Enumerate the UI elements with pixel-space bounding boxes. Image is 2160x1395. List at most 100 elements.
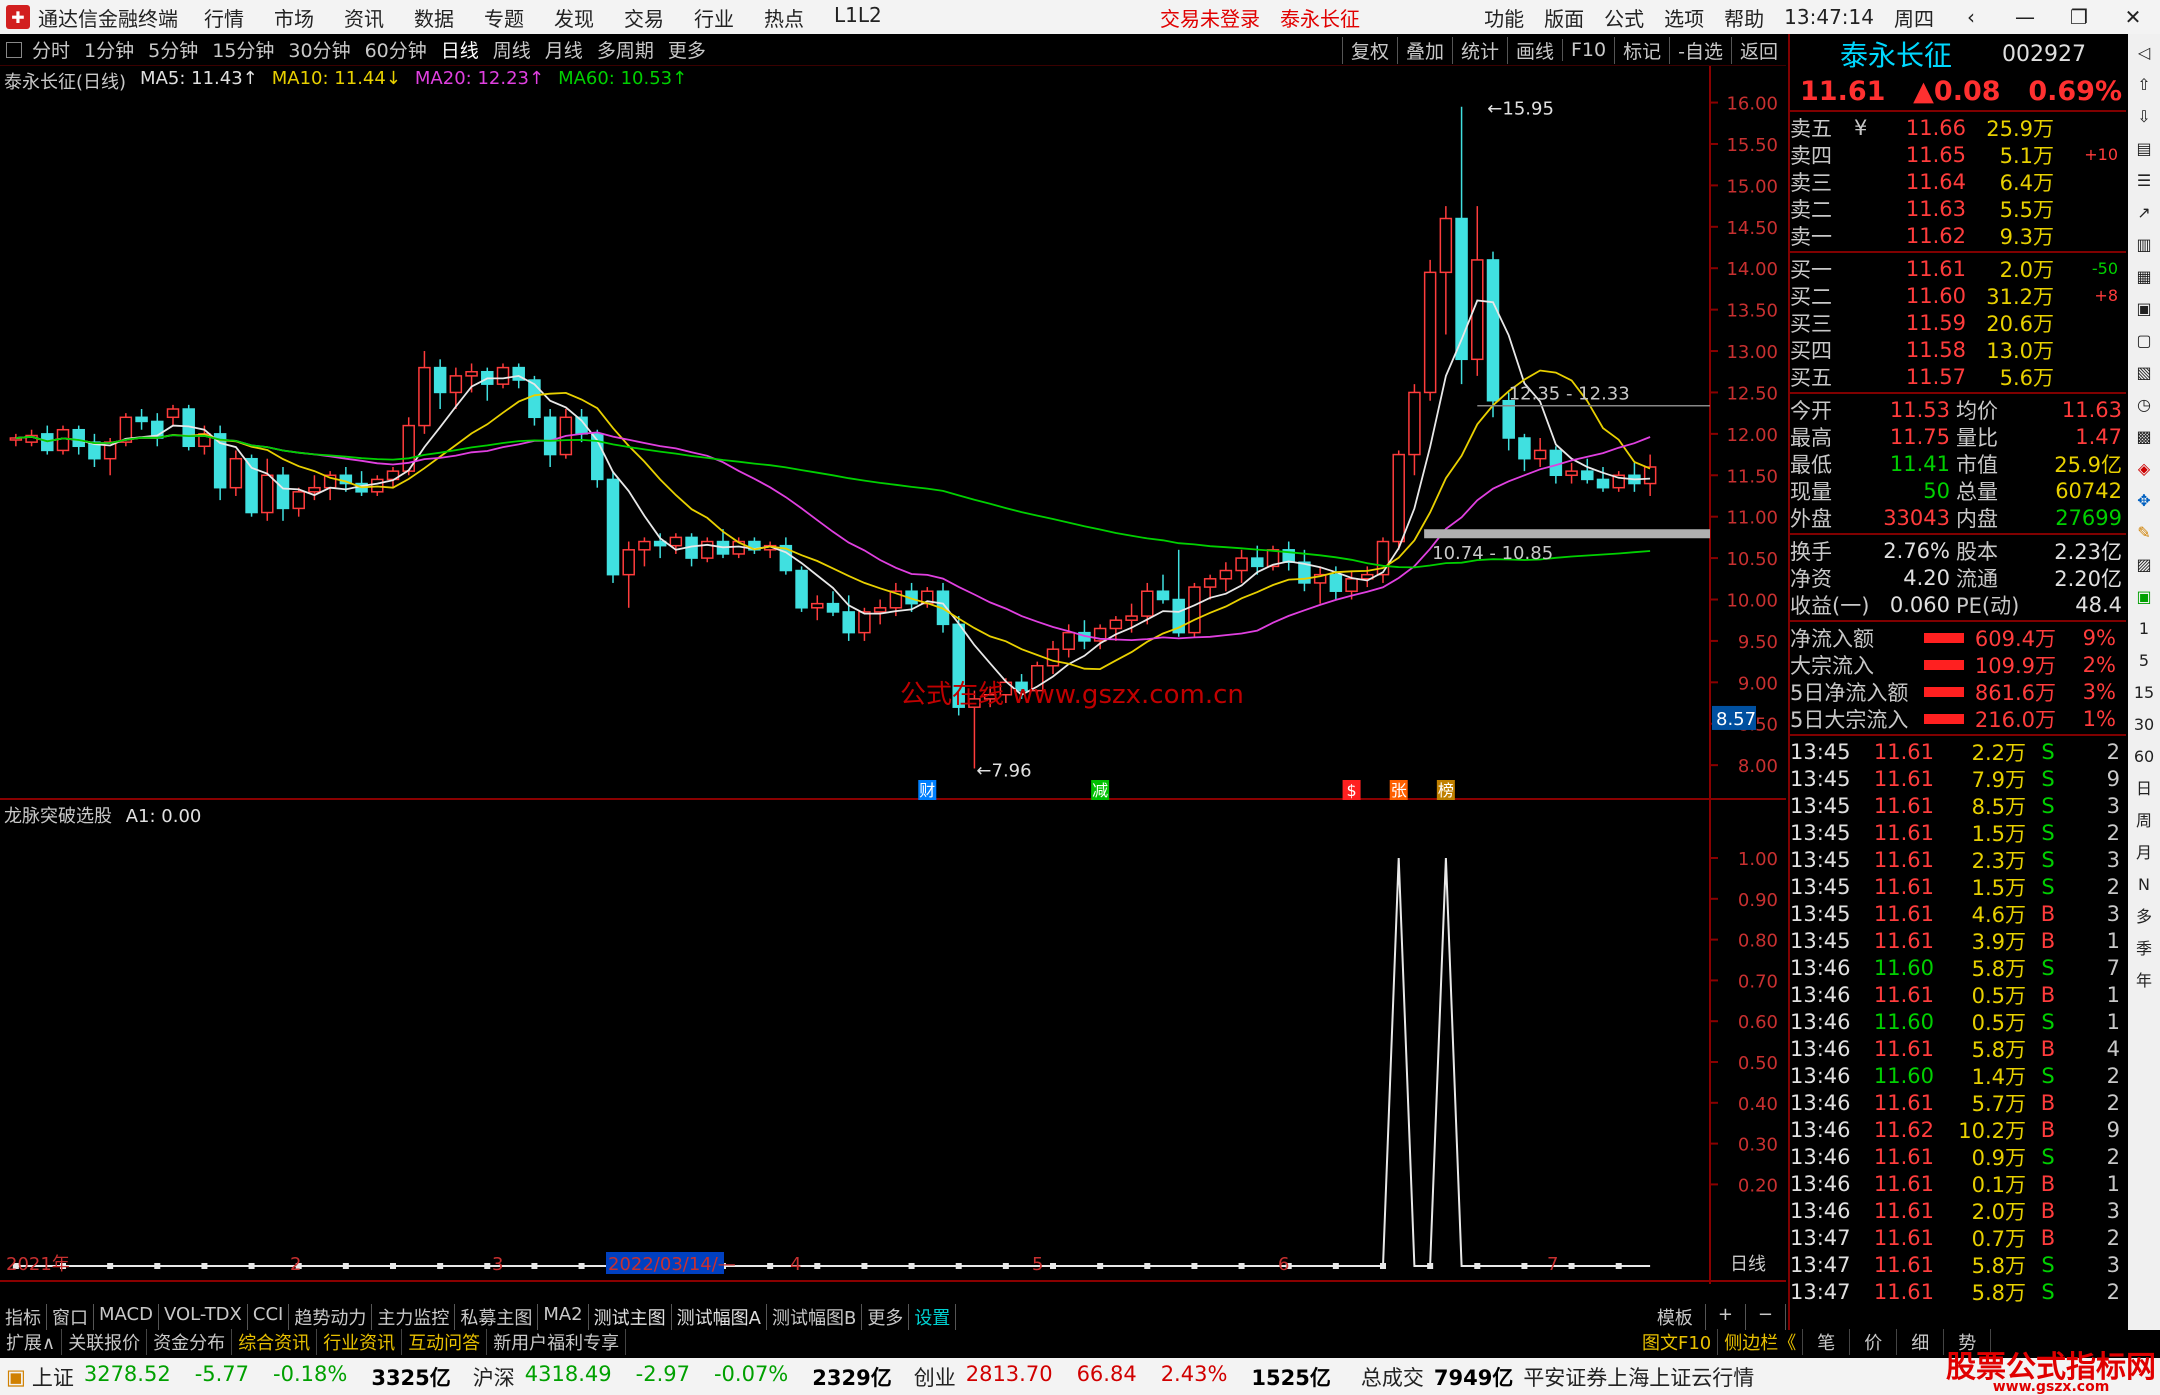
side-period-11[interactable]: 年 (2136, 968, 2152, 994)
index-name[interactable]: 上证 (32, 1362, 74, 1392)
menu-item-9[interactable]: L1L2 (834, 3, 882, 32)
side-period-10[interactable]: 季 (2136, 936, 2152, 962)
collapse-icon[interactable]: ◁ (2138, 40, 2150, 66)
period-tab-2[interactable]: 5分钟 (148, 36, 198, 63)
side-period-9[interactable]: 多 (2136, 904, 2152, 930)
maximize-icon[interactable]: ❐ (2062, 5, 2096, 29)
indicator-tab-9[interactable]: 测试主图 (589, 1304, 672, 1330)
status-toggle-icon[interactable]: ▣ (6, 1365, 26, 1389)
rsi-icon[interactable]: ◈ (2138, 456, 2150, 482)
index-name[interactable]: 沪深 (473, 1362, 515, 1392)
side-period-4[interactable]: 60 (2134, 744, 2154, 770)
chart-tool-5[interactable]: 标记 (1614, 36, 1669, 64)
indicator-tab-6[interactable]: 主力监控 (372, 1304, 456, 1330)
right-menu-item-4[interactable]: 帮助 (1724, 3, 1764, 32)
move-icon[interactable]: ✥ (2137, 488, 2150, 514)
close-icon[interactable]: ✕ (2116, 5, 2150, 29)
indicator-tab-7[interactable]: 私募主图 (455, 1304, 539, 1330)
menu-item-4[interactable]: 专题 (484, 3, 524, 32)
up-icon[interactable]: ⇧ (2137, 72, 2150, 98)
indicator-tab-1[interactable]: 窗口 (47, 1304, 94, 1330)
indicator-tab-13[interactable]: 设置 (909, 1304, 957, 1330)
menu-item-8[interactable]: 热点 (764, 3, 804, 32)
trend-icon[interactable]: ↗ (2137, 200, 2150, 226)
side-period-7[interactable]: 月 (2136, 840, 2152, 866)
chart-tool-2[interactable]: 统计 (1451, 36, 1507, 64)
indicator-tab-5[interactable]: 趋势动力 (289, 1304, 373, 1330)
indicator-tab-12[interactable]: 更多 (862, 1304, 910, 1330)
period-tab-9[interactable]: 多周期 (597, 36, 654, 63)
side-tab-4[interactable]: 细 (1897, 1329, 1945, 1355)
info-tab-5[interactable]: 互动问答 (402, 1329, 488, 1355)
chart-tool-7[interactable]: 返回 (1730, 36, 1786, 64)
info-tab-0[interactable]: 扩展∧ (0, 1329, 63, 1355)
side-tab-0[interactable]: 图文F10 (1636, 1329, 1719, 1355)
indicator-tab-4[interactable]: CCI (248, 1304, 290, 1330)
period-tab-1[interactable]: 1分钟 (84, 36, 134, 63)
menu-item-7[interactable]: 行业 (694, 3, 734, 32)
info-tab-2[interactable]: 资金分布 (147, 1329, 233, 1355)
kline-chart[interactable]: 16.00 15.50 15.00 14.50 14.00 13.50 13.00 12.50… (0, 66, 1786, 1284)
menu-item-3[interactable]: 数据 (414, 3, 454, 32)
clock-icon[interactable]: ◷ (2137, 392, 2151, 418)
period-tab-5[interactable]: 60分钟 (365, 36, 427, 63)
chart-tool-0[interactable]: 复权 (1341, 36, 1397, 64)
side-period-2[interactable]: 15 (2134, 680, 2154, 706)
back-icon[interactable]: ‹ (1954, 5, 1988, 29)
period-tab-3[interactable]: 15分钟 (212, 36, 274, 63)
period-tab-0[interactable]: 分时 (32, 36, 70, 63)
side-period-6[interactable]: 周 (2136, 808, 2152, 834)
side-period-3[interactable]: 30 (2134, 712, 2154, 738)
kline-icon[interactable]: ▥ (2136, 232, 2151, 258)
template-btn-0[interactable]: 模板 (1645, 1304, 1706, 1330)
period-tab-8[interactable]: 月线 (545, 36, 583, 63)
period-tab-10[interactable]: 更多 (668, 36, 706, 63)
indicator-tab-2[interactable]: MACD (94, 1304, 159, 1330)
side-period-5[interactable]: 日 (2136, 776, 2152, 802)
right-menu-item-3[interactable]: 选项 (1664, 3, 1704, 32)
tick-list[interactable]: 13:45 11.61 2.2万 S 2 13:45 11.61 7.9万 S 9 13:45 11.… (1790, 738, 2126, 1305)
fin-icon[interactable]: ▣ (2136, 296, 2151, 322)
minimize-icon[interactable]: — (2008, 5, 2042, 29)
info-tab-4[interactable]: 行业资讯 (317, 1329, 403, 1355)
indicator-tab-0[interactable]: 指标 (0, 1304, 47, 1330)
down-icon[interactable]: ⇩ (2137, 104, 2150, 130)
side-period-1[interactable]: 5 (2139, 648, 2149, 674)
menu-item-5[interactable]: 发现 (554, 3, 594, 32)
period-tab-6[interactable]: 日线 (441, 36, 479, 63)
info-tab-1[interactable]: 关联报价 (62, 1329, 148, 1355)
side-period-0[interactable]: 1 (2139, 616, 2149, 642)
table-icon[interactable]: ▦ (2136, 264, 2151, 290)
chart-tool-1[interactable]: 叠加 (1396, 36, 1452, 64)
index-name[interactable]: 创业 (914, 1362, 956, 1392)
right-menu-item-2[interactable]: 公式 (1604, 3, 1644, 32)
side-tab-2[interactable]: 笔 (1803, 1329, 1851, 1355)
menu-item-2[interactable]: 资讯 (344, 3, 384, 32)
template-btn-1[interactable]: + (1706, 1304, 1746, 1330)
indicator-tab-11[interactable]: 测试幅图B (767, 1304, 863, 1330)
info-tab-3[interactable]: 综合资讯 (232, 1329, 318, 1355)
cube-icon[interactable]: ▣ (2136, 584, 2151, 610)
template-btn-2[interactable]: − (1746, 1304, 1786, 1330)
pen-icon[interactable]: ✎ (2137, 520, 2150, 546)
list-icon[interactable]: ☰ (2137, 168, 2151, 194)
chart-tool-3[interactable]: 画线 (1506, 36, 1562, 64)
menu-item-6[interactable]: 交易 (624, 3, 664, 32)
period-tab-7[interactable]: 周线 (493, 36, 531, 63)
side-period-8[interactable]: N (2138, 872, 2150, 898)
doc-icon[interactable]: ▢ (2136, 328, 2151, 354)
trade-status[interactable]: 交易未登录 (1160, 3, 1260, 32)
indicator-tab-3[interactable]: VOL-TDX (159, 1304, 248, 1330)
menu-item-1[interactable]: 市场 (274, 3, 314, 32)
f5-icon[interactable]: ▨ (2136, 552, 2151, 578)
indicator-tab-10[interactable]: 测试幅图A (672, 1304, 767, 1330)
panel-toggle-icon[interactable] (6, 41, 22, 58)
period-tab-4[interactable]: 30分钟 (288, 36, 350, 63)
indicator-tab-8[interactable]: MA2 (538, 1304, 589, 1330)
f2-icon[interactable]: ▧ (2136, 360, 2151, 386)
menu-item-0[interactable]: 行情 (204, 3, 244, 32)
side-tab-3[interactable]: 价 (1850, 1329, 1898, 1355)
chart-tool-6[interactable]: -自选 (1669, 36, 1731, 64)
side-tab-1[interactable]: 侧边栏《 (1718, 1329, 1804, 1355)
info-tab-6[interactable]: 新用户福利专享 (487, 1329, 627, 1355)
